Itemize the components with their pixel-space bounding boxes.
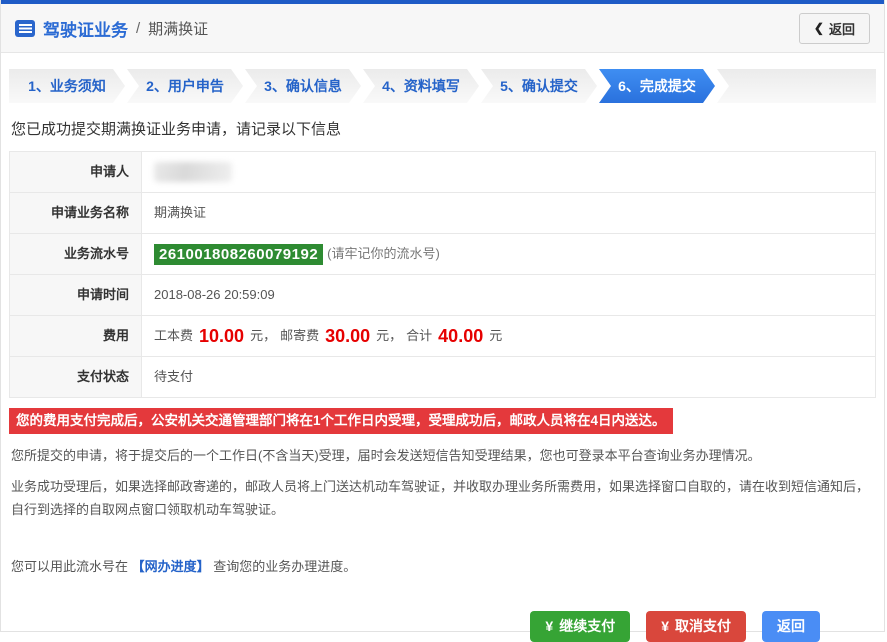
step-1-business-notice[interactable]: 1、业务须知 — [9, 69, 125, 103]
fee-total-label: 合计 — [406, 328, 433, 343]
row-value: 2018-08-26 20:59:09 — [154, 287, 275, 302]
table-row-applicant: 申请人 — [10, 152, 875, 193]
info-paragraph-2: 业务成功受理后，如果选择邮政寄递的，邮政人员将上门送达机动车驾驶证，并收取办理业… — [11, 479, 870, 518]
header: 驾驶证业务 / 期满换证 ❮ 返回 — [1, 4, 884, 53]
page: 驾驶证业务 / 期满换证 ❮ 返回 1、业务须知 2、用户申告 3、确认信息 4… — [0, 0, 885, 642]
row-label: 费用 — [10, 316, 142, 356]
main-content: 您已成功提交期满换证业务申请，请记录以下信息 申请人 申请业务名称 期满换证 业… — [1, 118, 884, 642]
table-row-fee: 费用 工本费 10.00 元， 邮寄费 30.00 元， 合计 40.00 元 — [10, 316, 875, 357]
progress-note-after: 查询您的业务办理进度。 — [213, 558, 357, 574]
step-wizard: 1、业务须知 2、用户申告 3、确认信息 4、资料填写 5、确认提交 6、完成提… — [9, 69, 876, 103]
breadcrumb: 驾驶证业务 / 期满换证 — [15, 16, 208, 41]
return-label: 返回 — [777, 618, 805, 635]
yuan-icon: ¥ — [545, 618, 554, 635]
table-row-serial-number: 业务流水号 261001808260079192 (请牢记你的流水号) — [10, 234, 875, 275]
row-label: 业务流水号 — [10, 234, 142, 274]
back-button[interactable]: ❮ 返回 — [798, 12, 870, 44]
serial-number-note: (请牢记你的流水号) — [327, 246, 440, 261]
payment-status-value: 待支付 — [154, 369, 194, 384]
info-paragraph-1: 您所提交的申请，将于提交后的一个工作日(不含当天)受理，届时会发送短信告知受理结… — [11, 447, 761, 463]
fee-item2-amount: 30.00 — [325, 326, 371, 346]
payment-alert-banner: 您的费用支付完成后，公安机关交通管理部门将在1个工作日内受理，受理成功后，邮政人… — [9, 408, 673, 434]
fee-item1-amount: 10.00 — [199, 326, 245, 346]
step-2-user-declaration[interactable]: 2、用户申告 — [127, 69, 243, 103]
row-value: 261001808260079192 (请牢记你的流水号) — [142, 234, 875, 274]
chevron-left-icon: ❮ — [813, 21, 824, 35]
fee-item2-label: 邮寄费 — [280, 328, 320, 343]
fee-total-unit: 元 — [489, 328, 503, 343]
row-label: 申请时间 — [10, 275, 142, 315]
info-table: 申请人 申请业务名称 期满换证 业务流水号 261001808260079192… — [9, 151, 876, 398]
cancel-pay-button[interactable]: ¥ 取消支付 — [646, 610, 746, 642]
continue-pay-label: 继续支付 — [559, 618, 616, 635]
row-value — [142, 152, 875, 192]
fee-item1-label: 工本费 — [154, 328, 194, 343]
step-4-fill-data[interactable]: 4、资料填写 — [363, 69, 479, 103]
row-label: 申请人 — [10, 152, 142, 192]
step-bar-filler — [717, 69, 876, 103]
yuan-icon: ¥ — [661, 618, 669, 635]
page-title: 驾驶证业务 — [43, 20, 128, 40]
step-3-confirm-info[interactable]: 3、确认信息 — [245, 69, 361, 103]
page-subtitle: 期满换证 — [148, 20, 209, 38]
document-list-icon — [15, 19, 35, 37]
step-6-complete-submit[interactable]: 6、完成提交 — [599, 69, 715, 103]
continue-pay-button[interactable]: ¥ 继续支付 — [530, 610, 631, 642]
back-button-label: 返回 — [828, 21, 855, 37]
applicant-name-redacted — [154, 162, 232, 182]
breadcrumb-separator: / — [136, 19, 141, 37]
table-row-apply-time: 申请时间 2018-08-26 20:59:09 — [10, 275, 875, 316]
row-label: 支付状态 — [10, 357, 142, 397]
progress-note: 您可以用此流水号在 【网办进度】 查询您的业务办理进度。 — [11, 556, 874, 579]
step-5-confirm-submit[interactable]: 5、确认提交 — [481, 69, 597, 103]
return-button[interactable]: 返回 — [762, 610, 820, 642]
cancel-pay-label: 取消支付 — [675, 618, 731, 635]
serial-number-badge: 261001808260079192 — [154, 243, 324, 265]
progress-note-before: 您可以用此流水号在 — [11, 558, 129, 574]
table-row-payment-status: 支付状态 待支付 — [10, 357, 875, 397]
fee-item1-unit: 元， — [250, 328, 277, 343]
row-value-fee: 工本费 10.00 元， 邮寄费 30.00 元， 合计 40.00 元 — [142, 316, 875, 356]
success-message: 您已成功提交期满换证业务申请，请记录以下信息 — [11, 121, 342, 138]
footer-actions: ¥ 继续支付 ¥ 取消支付 返回 — [9, 610, 876, 642]
fee-item2-unit: 元， — [376, 328, 403, 343]
row-value: 期满换证 — [154, 205, 207, 220]
progress-link[interactable]: 【网办进度】 — [132, 559, 210, 574]
row-label: 申请业务名称 — [10, 193, 142, 233]
table-row-business-name: 申请业务名称 期满换证 — [10, 193, 875, 234]
fee-total-amount: 40.00 — [438, 326, 484, 346]
